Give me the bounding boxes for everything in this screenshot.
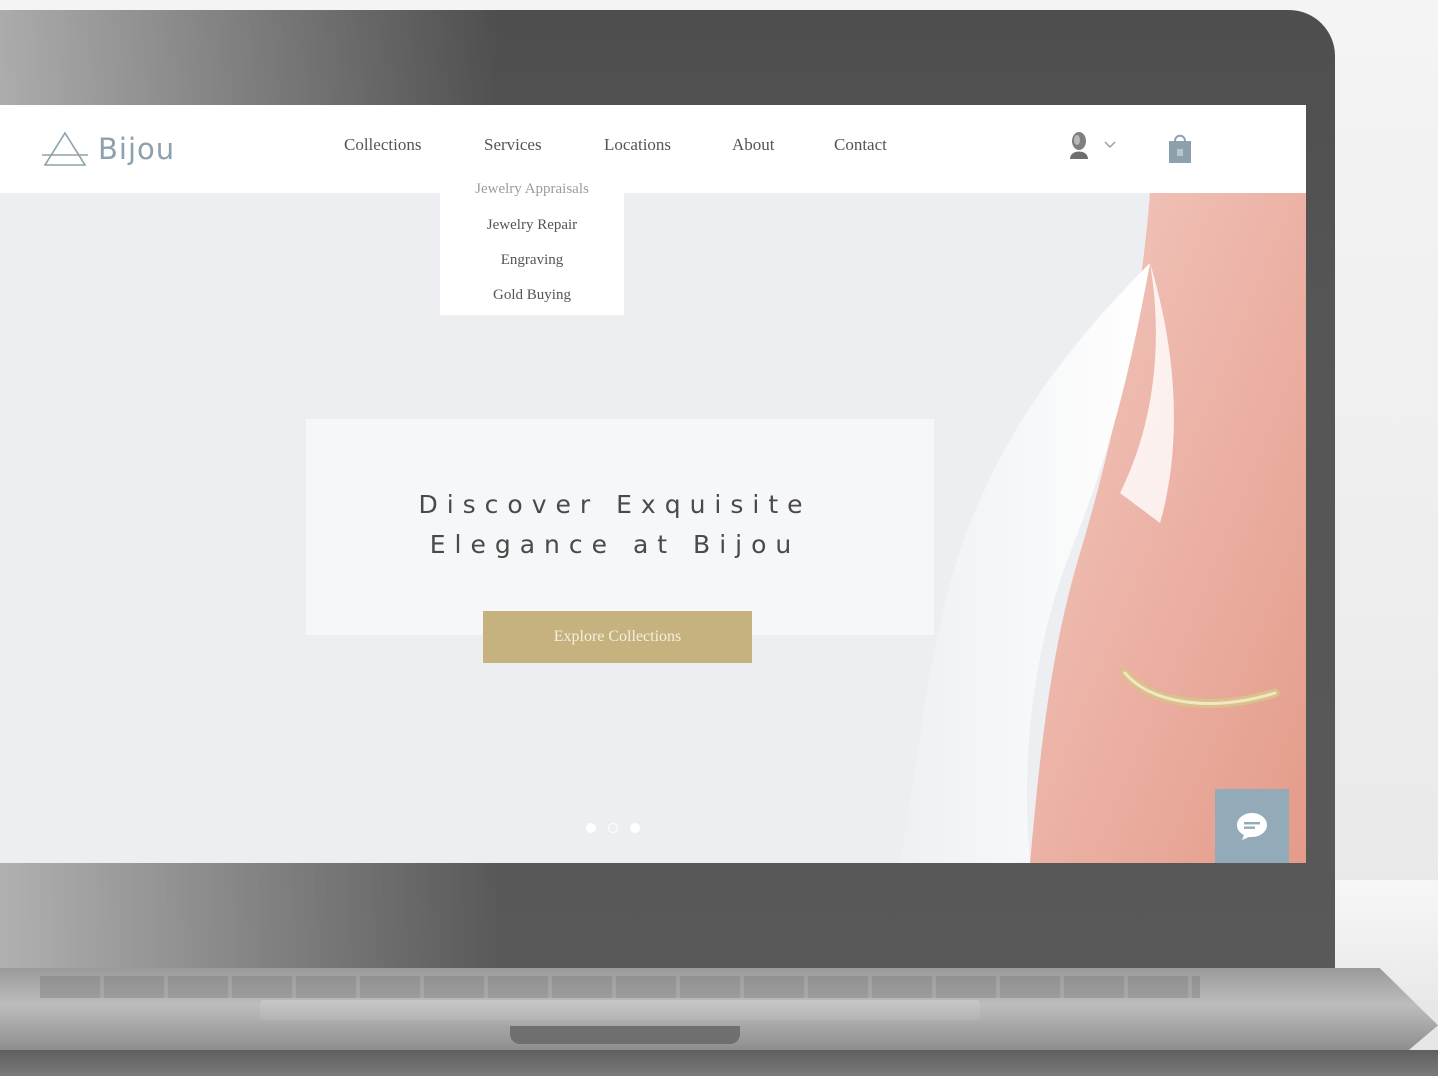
slide-dot-2[interactable] (608, 823, 618, 833)
nav-item-services[interactable]: Services (484, 135, 542, 155)
nav-item-collections[interactable]: Collections (344, 135, 421, 155)
dropdown-item-engraving[interactable]: Engraving (440, 252, 624, 269)
shopping-bag-icon[interactable] (1166, 131, 1194, 165)
slide-dot-1[interactable] (586, 823, 596, 833)
explore-collections-button[interactable]: Explore Collections (483, 611, 752, 663)
services-dropdown: Jewelry Appraisals Jewelry Repair Engrav… (440, 177, 624, 315)
dropdown-item-jewelry-repair[interactable]: Jewelry Repair (440, 217, 624, 234)
chat-button[interactable] (1215, 789, 1289, 863)
hero-title: Discover Exquisite Elegance at Bijou (0, 485, 1230, 565)
slideshow-dots (586, 823, 640, 833)
hero-title-line-1: Discover Exquisite (418, 490, 812, 519)
website-screen: Bijou Collections Services Locations Abo… (0, 105, 1306, 863)
chat-bubble-icon (1237, 813, 1267, 840)
site-header: Bijou Collections Services Locations Abo… (0, 105, 1306, 193)
nav-item-locations[interactable]: Locations (604, 135, 671, 155)
dropdown-item-jewelry-appraisals[interactable]: Jewelry Appraisals (440, 181, 624, 198)
hero-title-line-2: Elegance at Bijou (429, 530, 801, 559)
laptop-trackpad (260, 1000, 980, 1020)
dropdown-item-gold-buying[interactable]: Gold Buying (440, 287, 624, 304)
laptop-base-bottom (0, 1050, 1438, 1076)
user-avatar-icon (1070, 132, 1088, 159)
slide-dot-3[interactable] (630, 823, 640, 833)
nav-item-about[interactable]: About (732, 135, 775, 155)
nav-item-contact[interactable]: Contact (834, 135, 887, 155)
laptop-notch (510, 1026, 740, 1044)
account-menu[interactable] (1068, 131, 1116, 159)
laptop-keyboard-edge (40, 976, 1200, 998)
chevron-down-icon (1104, 141, 1116, 148)
